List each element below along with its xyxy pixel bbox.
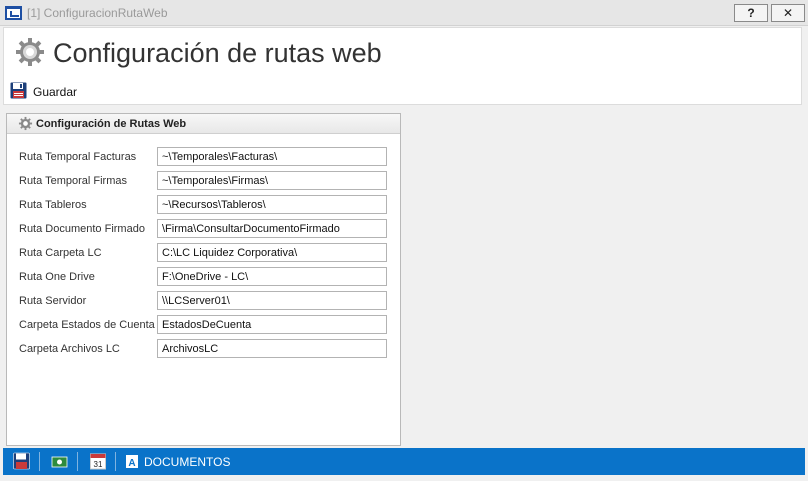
app-logo-icon: [5, 6, 22, 20]
ruta-carpeta-lc-input[interactable]: [157, 243, 387, 262]
gear-icon: [18, 116, 33, 131]
field-label: Ruta Documento Firmado: [19, 223, 145, 235]
separator: [77, 452, 78, 471]
routes-config-group: Configuración de Rutas Web Ruta Temporal…: [6, 113, 401, 446]
group-header: Configuración de Rutas Web: [7, 114, 400, 134]
field-label: Ruta Temporal Facturas: [19, 151, 137, 163]
bottom-taskbar: 31 A DOCUMENTOS: [3, 448, 805, 475]
close-button[interactable]: ✕: [771, 4, 805, 22]
separator: [39, 452, 40, 471]
page-header: Configuración de rutas web Guardar: [3, 27, 802, 105]
field-label: Ruta Tableros: [19, 199, 87, 211]
window-title: [1] ConfiguracionRutaWeb: [27, 6, 168, 20]
ruta-servidor-input[interactable]: [157, 291, 387, 310]
field-label: Ruta Carpeta LC: [19, 247, 102, 259]
separator: [115, 452, 116, 471]
calendar-day: 31: [94, 460, 103, 469]
page-title: Configuración de rutas web: [53, 38, 382, 68]
help-button[interactable]: ?: [734, 4, 768, 22]
save-button-label: Guardar: [33, 85, 78, 99]
carpeta-estados-cuenta-input[interactable]: [157, 315, 387, 334]
documents-icon[interactable]: A: [125, 452, 139, 471]
money-icon[interactable]: [51, 452, 68, 471]
window-title-bar: [1] ConfiguracionRutaWeb ? ✕: [0, 0, 808, 26]
field-label: Carpeta Archivos LC: [19, 343, 120, 355]
ruta-temporal-firmas-input[interactable]: [157, 171, 387, 190]
calendar-graphic: 31: [90, 453, 106, 470]
documents-label[interactable]: DOCUMENTOS: [144, 455, 230, 469]
ruta-tableros-input[interactable]: [157, 195, 387, 214]
floppy-disk-icon: [10, 82, 27, 99]
ruta-documento-firmado-input[interactable]: [157, 219, 387, 238]
ruta-temporal-facturas-input[interactable]: [157, 147, 387, 166]
svg-text:A: A: [128, 458, 135, 469]
carpeta-archivos-lc-input[interactable]: [157, 339, 387, 358]
group-title: Configuración de Rutas Web: [36, 118, 187, 130]
field-label: Ruta One Drive: [19, 271, 95, 283]
floppy-disk-icon[interactable]: [13, 452, 30, 471]
field-label: Ruta Servidor: [19, 295, 87, 307]
ruta-one-drive-input[interactable]: [157, 267, 387, 286]
field-label: Ruta Temporal Firmas: [19, 175, 127, 187]
gear-icon: [16, 38, 44, 66]
field-label: Carpeta Estados de Cuenta: [19, 319, 155, 331]
calendar-icon[interactable]: 31: [90, 452, 106, 471]
